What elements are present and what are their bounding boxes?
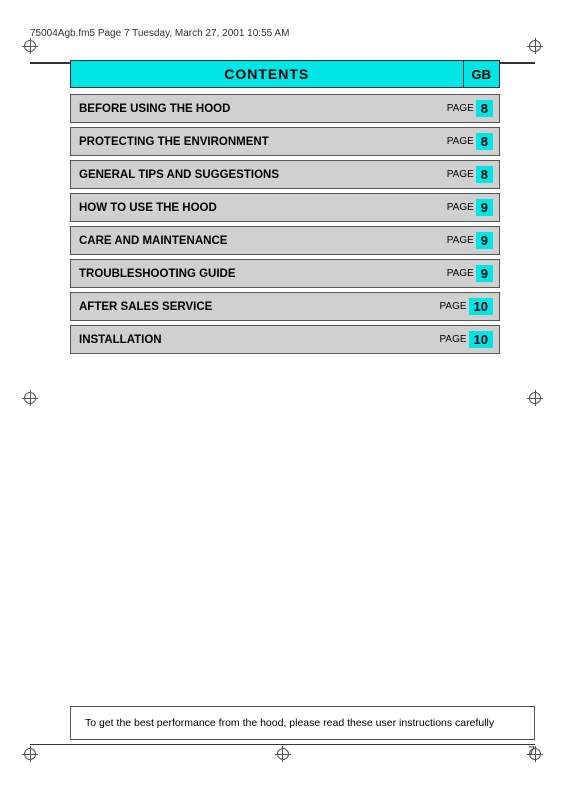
toc-item-title-4: CARE AND MAINTENANCE (71, 227, 431, 254)
header-filename: 75004Agb.fm5 Page 7 Tuesday, March 27, 2… (30, 28, 535, 39)
toc-item-title-3: HOW TO USE THE HOOD (71, 194, 431, 221)
toc-item-2: GENERAL TIPS AND SUGGESTIONSPAGE 8 (70, 160, 500, 189)
toc-section: CONTENTS GB BEFORE USING THE HOODPAGE 8P… (70, 60, 500, 358)
page-num-7: 10 (469, 331, 493, 348)
page-num-3: 9 (476, 199, 493, 216)
toc-item-page-4: PAGE 9 (431, 227, 499, 254)
toc-item-page-7: PAGE 10 (431, 326, 499, 353)
page-num-2: 8 (476, 166, 493, 183)
page-label-0: PAGE (447, 103, 474, 114)
page-label-7: PAGE (439, 334, 466, 345)
toc-item-page-5: PAGE 9 (431, 260, 499, 287)
page-number: 7 (528, 744, 535, 758)
crosshair-top-right (527, 38, 543, 54)
toc-item-5: TROUBLESHOOTING GUIDEPAGE 9 (70, 259, 500, 288)
toc-item-title-0: BEFORE USING THE HOOD (71, 95, 431, 122)
toc-item-page-6: PAGE 10 (431, 293, 499, 320)
toc-item-title-5: TROUBLESHOOTING GUIDE (71, 260, 431, 287)
toc-item-page-0: PAGE 8 (431, 95, 499, 122)
page-label-6: PAGE (439, 301, 466, 312)
page-label-2: PAGE (447, 169, 474, 180)
crosshair-mid-left (22, 390, 38, 406)
page-num-4: 9 (476, 232, 493, 249)
page-label-5: PAGE (447, 268, 474, 279)
bottom-border (30, 744, 535, 746)
toc-item-page-2: PAGE 8 (431, 161, 499, 188)
page-num-6: 10 (469, 298, 493, 315)
crosshair-top-left (22, 38, 38, 54)
toc-item-page-3: PAGE 9 (431, 194, 499, 221)
crosshair-bot-left (22, 746, 38, 762)
page-num-1: 8 (476, 133, 493, 150)
page-num-0: 8 (476, 100, 493, 117)
toc-item-6: AFTER SALES SERVICEPAGE 10 (70, 292, 500, 321)
toc-rows: BEFORE USING THE HOODPAGE 8PROTECTING TH… (70, 94, 500, 354)
crosshair-mid-right (527, 390, 543, 406)
toc-item-page-1: PAGE 8 (431, 128, 499, 155)
toc-item-4: CARE AND MAINTENANCEPAGE 9 (70, 226, 500, 255)
page-label-4: PAGE (447, 235, 474, 246)
contents-title: CONTENTS (70, 60, 463, 88)
contents-header-row: CONTENTS GB (70, 60, 500, 88)
toc-item-7: INSTALLATIONPAGE 10 (70, 325, 500, 354)
page-label-1: PAGE (447, 136, 474, 147)
toc-item-3: HOW TO USE THE HOODPAGE 9 (70, 193, 500, 222)
crosshair-bot-mid (275, 746, 291, 762)
toc-item-1: PROTECTING THE ENVIRONMENTPAGE 8 (70, 127, 500, 156)
toc-item-title-2: GENERAL TIPS AND SUGGESTIONS (71, 161, 431, 188)
page-label-3: PAGE (447, 202, 474, 213)
bottom-note: To get the best performance from the hoo… (70, 706, 535, 740)
contents-gb: GB (463, 60, 501, 88)
toc-item-title-1: PROTECTING THE ENVIRONMENT (71, 128, 431, 155)
page-num-5: 9 (476, 265, 493, 282)
toc-item-title-7: INSTALLATION (71, 326, 431, 353)
page-container: 75004Agb.fm5 Page 7 Tuesday, March 27, 2… (0, 0, 565, 800)
toc-item-title-6: AFTER SALES SERVICE (71, 293, 431, 320)
toc-item-0: BEFORE USING THE HOODPAGE 8 (70, 94, 500, 123)
